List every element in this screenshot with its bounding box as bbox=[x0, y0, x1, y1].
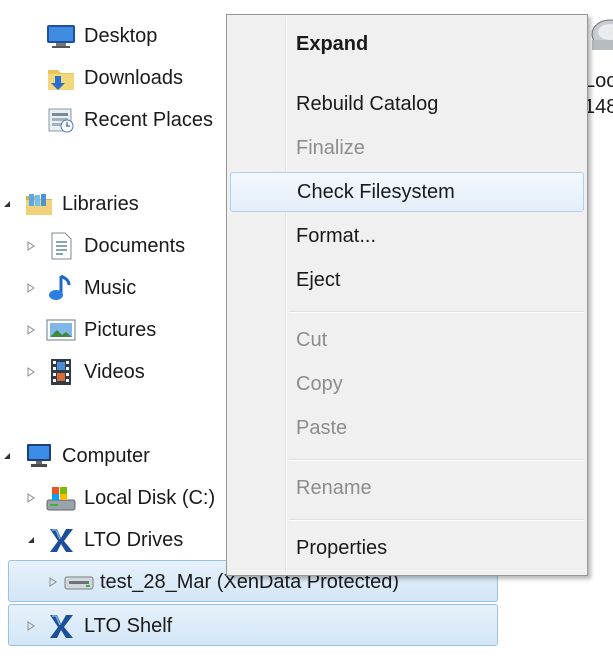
menu-item-eject[interactable]: Eject bbox=[230, 260, 584, 300]
menu-item-label: Copy bbox=[296, 372, 343, 395]
menu-item-finalize: Finalize bbox=[230, 128, 584, 168]
nav-item-label: Downloads bbox=[84, 66, 183, 89]
collapse-triangle-icon[interactable] bbox=[2, 198, 12, 210]
nav-item-label: Documents bbox=[84, 234, 186, 257]
nav-item-label: Local Disk (C:) bbox=[84, 486, 216, 509]
pictures-icon bbox=[46, 315, 76, 345]
computer-icon bbox=[24, 441, 54, 471]
nav-item-downloads[interactable]: Downloads bbox=[46, 60, 183, 96]
menu-item-label: Finalize bbox=[296, 136, 365, 159]
nav-item-pictures[interactable]: Pictures bbox=[46, 312, 156, 348]
music-icon bbox=[46, 273, 76, 303]
nav-item-documents[interactable]: Documents bbox=[46, 228, 185, 264]
content-pane-partial: Loc 148 bbox=[586, 0, 613, 140]
recent-places-icon bbox=[46, 105, 76, 135]
nav-item-label: Pictures bbox=[84, 318, 157, 341]
expand-triangle-icon[interactable] bbox=[26, 240, 36, 252]
nav-item-lto-shelf[interactable]: LTO Shelf bbox=[46, 608, 172, 644]
nav-item-label: Videos bbox=[84, 360, 145, 383]
drive-thumbnail-icon bbox=[590, 14, 613, 60]
menu-item-label: Expand bbox=[296, 32, 369, 55]
nav-item-label: Libraries bbox=[62, 192, 139, 215]
videos-icon bbox=[46, 357, 76, 387]
menu-item-label: Format... bbox=[296, 224, 377, 247]
menu-item-properties[interactable]: Properties bbox=[230, 528, 584, 568]
menu-separator bbox=[289, 311, 584, 313]
content-line-2: 148 bbox=[586, 96, 613, 118]
menu-item-rebuild-catalog[interactable]: Rebuild Catalog bbox=[230, 84, 584, 124]
lto-drives-icon bbox=[46, 525, 76, 555]
nav-item-local-disk[interactable]: Local Disk (C:) bbox=[46, 480, 215, 516]
nav-item-label: Music bbox=[84, 276, 137, 299]
nav-item-music[interactable]: Music bbox=[46, 270, 136, 306]
nav-item-label: Computer bbox=[62, 444, 150, 467]
libraries-icon bbox=[24, 189, 54, 219]
lto-shelf-icon bbox=[46, 611, 76, 641]
menu-item-expand[interactable]: Expand bbox=[230, 24, 584, 64]
expand-triangle-icon[interactable] bbox=[26, 366, 36, 378]
expand-triangle-icon[interactable] bbox=[26, 324, 36, 336]
menu-item-check-filesystem[interactable]: Check Filesystem bbox=[230, 172, 584, 212]
nav-item-label: LTO Drives bbox=[84, 528, 184, 551]
menu-item-copy: Copy bbox=[230, 364, 584, 404]
menu-item-label: Rename bbox=[296, 476, 372, 499]
content-line-1: Loc bbox=[586, 70, 613, 92]
desktop-icon bbox=[46, 21, 76, 51]
menu-item-label: Paste bbox=[296, 416, 348, 439]
menu-item-rename: Rename bbox=[230, 468, 584, 508]
collapse-triangle-icon[interactable] bbox=[26, 534, 36, 546]
nav-item-libraries[interactable]: Libraries bbox=[24, 186, 139, 222]
expand-triangle-icon[interactable] bbox=[48, 576, 58, 588]
expand-triangle-icon[interactable] bbox=[26, 492, 36, 504]
nav-item-label: Recent Places bbox=[84, 108, 213, 131]
nav-item-videos[interactable]: Videos bbox=[46, 354, 145, 390]
menu-item-cut: Cut bbox=[230, 320, 584, 360]
menu-separator bbox=[289, 459, 584, 461]
expand-triangle-icon[interactable] bbox=[26, 282, 36, 294]
collapse-triangle-icon[interactable] bbox=[2, 450, 12, 462]
context-menu: Expand Rebuild Catalog Finalize Check Fi… bbox=[226, 14, 588, 576]
menu-item-label: Properties bbox=[296, 536, 388, 559]
menu-item-label: Check Filesystem bbox=[297, 180, 455, 203]
nav-item-desktop[interactable]: Desktop bbox=[46, 18, 157, 54]
nav-item-label: LTO Shelf bbox=[84, 614, 173, 637]
local-disk-icon bbox=[46, 483, 76, 513]
nav-item-label: Desktop bbox=[84, 24, 158, 47]
tape-drive-icon bbox=[64, 567, 94, 597]
menu-item-label: Rebuild Catalog bbox=[296, 92, 439, 115]
menu-item-paste: Paste bbox=[230, 408, 584, 448]
menu-separator bbox=[289, 519, 584, 521]
nav-item-recent-places[interactable]: Recent Places bbox=[46, 102, 213, 138]
documents-icon bbox=[46, 231, 76, 261]
menu-item-label: Cut bbox=[296, 328, 328, 351]
downloads-folder-icon bbox=[46, 63, 76, 93]
nav-item-lto-drives[interactable]: LTO Drives bbox=[46, 522, 183, 558]
expand-triangle-icon[interactable] bbox=[26, 620, 36, 632]
menu-item-format[interactable]: Format... bbox=[230, 216, 584, 256]
nav-item-computer[interactable]: Computer bbox=[24, 438, 150, 474]
menu-item-label: Eject bbox=[296, 268, 341, 291]
